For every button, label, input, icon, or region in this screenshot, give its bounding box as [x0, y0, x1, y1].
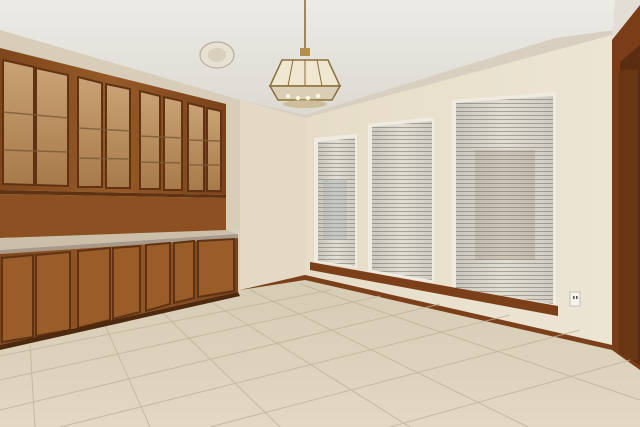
center-wall	[240, 100, 305, 290]
room-photo	[0, 0, 640, 427]
window-right	[452, 92, 556, 308]
window-left	[314, 134, 357, 268]
ceiling-speaker	[199, 41, 235, 69]
window-center	[368, 117, 434, 283]
wall-outlet	[569, 291, 581, 307]
